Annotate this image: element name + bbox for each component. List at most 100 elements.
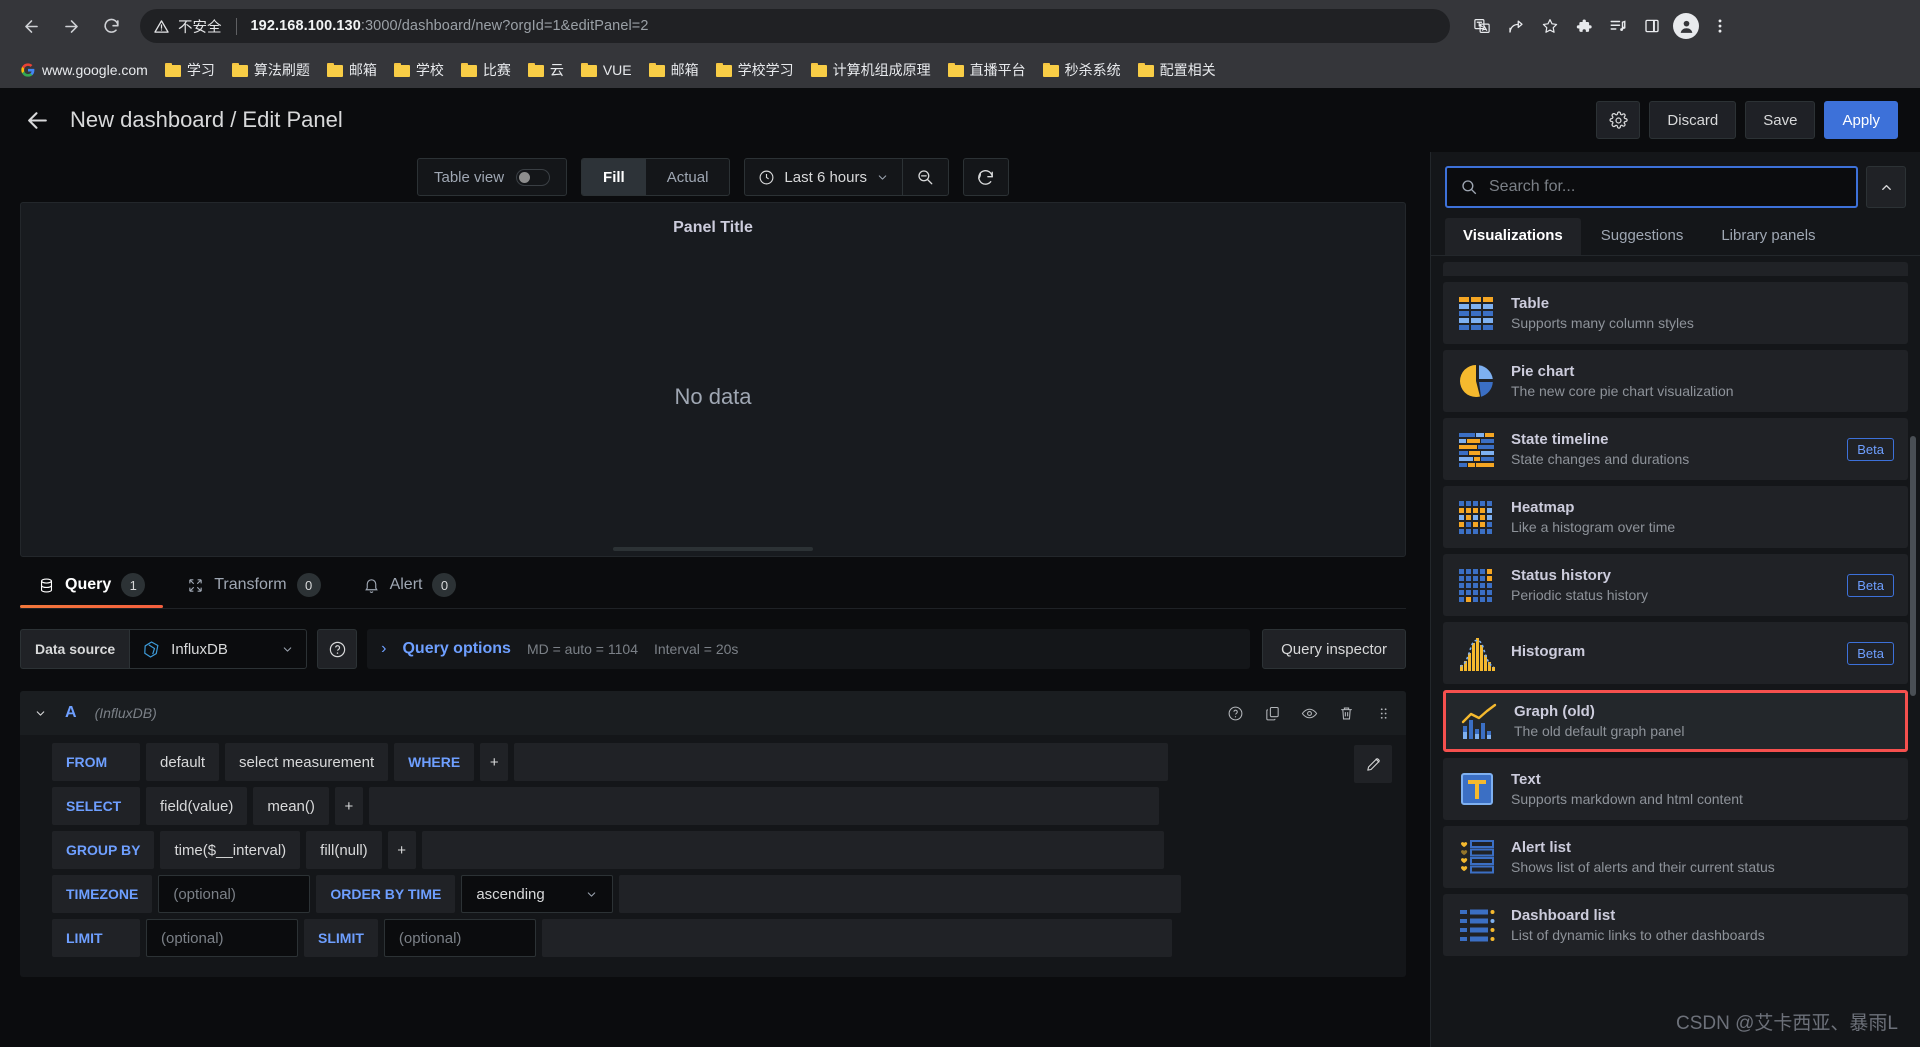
- viz-option-desc: The old default graph panel: [1514, 723, 1685, 739]
- refresh-icon: [978, 169, 994, 185]
- refresh-dashboard-button[interactable]: [962, 158, 1009, 196]
- viz-option-status-history[interactable]: Status history Periodic status history B…: [1443, 554, 1908, 616]
- duplicate-icon[interactable]: [1264, 705, 1281, 722]
- bookmark-item[interactable]: 邮箱: [641, 56, 707, 84]
- translate-icon[interactable]: [1466, 10, 1498, 42]
- select-aggregation-segment[interactable]: mean(): [253, 787, 329, 825]
- edit-panel-topbar: New dashboard / Edit Panel Discard Save …: [0, 88, 1920, 152]
- bookmark-item[interactable]: 比赛: [453, 56, 519, 84]
- address-bar[interactable]: 不安全 192.168.100.130:3000/dashboard/new?o…: [140, 9, 1450, 43]
- panel-settings-gear-button[interactable]: [1596, 101, 1641, 139]
- viz-option-histogram[interactable]: Histogram Beta: [1443, 622, 1908, 684]
- side-panel-icon[interactable]: [1636, 10, 1668, 42]
- table-view-label: Table view: [434, 168, 505, 186]
- bookmark-item[interactable]: 云: [520, 56, 572, 84]
- viz-option-state-timeline[interactable]: State timeline State changes and duratio…: [1443, 418, 1908, 480]
- tab-library-panels[interactable]: Library panels: [1703, 218, 1833, 255]
- bookmark-item[interactable]: 直播平台: [940, 56, 1034, 84]
- media-list-icon[interactable]: [1602, 10, 1634, 42]
- save-button[interactable]: Save: [1745, 101, 1816, 139]
- viz-option-texts: Alert list Shows list of alerts and thei…: [1511, 839, 1775, 875]
- back-button[interactable]: [14, 9, 48, 43]
- url-host: 192.168.100.130: [250, 18, 361, 34]
- query-inspector-button[interactable]: Query inspector: [1262, 629, 1406, 669]
- bookmark-item[interactable]: 学校学习: [708, 56, 802, 84]
- viz-option-desc: Like a histogram over time: [1511, 519, 1676, 535]
- extensions-puzzle-icon[interactable]: [1568, 10, 1600, 42]
- tab-alert[interactable]: Alert 0: [345, 562, 475, 608]
- bookmark-label: 邮箱: [348, 62, 377, 78]
- table-view-toggle[interactable]: Table view: [417, 158, 568, 196]
- query-options-bar[interactable]: › Query options MD = auto = 1104 Interva…: [367, 629, 1251, 669]
- group-by-fill-segment[interactable]: fill(null): [306, 831, 382, 869]
- discard-button[interactable]: Discard: [1649, 101, 1737, 139]
- toggle-text-edit-mode-button[interactable]: [1354, 745, 1392, 783]
- panel-resize-handle[interactable]: [613, 547, 813, 551]
- select-add-button[interactable]: +: [334, 787, 363, 825]
- viz-list-partial-row-top[interactable]: [1443, 262, 1908, 276]
- group-by-add-button[interactable]: +: [387, 831, 416, 869]
- apply-button[interactable]: Apply: [1824, 101, 1898, 139]
- profile-avatar[interactable]: [1670, 10, 1702, 42]
- tab-transform[interactable]: Transform 0: [169, 562, 338, 608]
- viz-list-scrollbar-track[interactable]: [1910, 266, 1918, 1041]
- bookmark-item[interactable]: 计算机组成原理: [803, 56, 939, 84]
- select-field-segment[interactable]: field(value): [146, 787, 248, 825]
- drag-handle-icon[interactable]: [1375, 705, 1392, 722]
- actual-option[interactable]: Actual: [646, 159, 730, 195]
- chevron-down-icon[interactable]: [34, 707, 47, 720]
- fill-option[interactable]: Fill: [582, 159, 646, 195]
- viz-option-text[interactable]: Text Supports markdown and html content: [1443, 758, 1908, 820]
- where-keyword: WHERE: [394, 743, 475, 781]
- bookmark-item[interactable]: 邮箱: [319, 56, 385, 84]
- tab-visualizations[interactable]: Visualizations: [1445, 218, 1581, 255]
- zoom-out-time-button[interactable]: [901, 159, 948, 195]
- folder-icon: [580, 63, 597, 77]
- from-policy-segment[interactable]: default: [146, 743, 220, 781]
- datasource-help-button[interactable]: [317, 629, 358, 669]
- zoom-out-icon: [918, 170, 933, 185]
- bookmark-item[interactable]: 配置相关: [1130, 56, 1224, 84]
- viz-option-texts: Text Supports markdown and html content: [1511, 771, 1743, 807]
- share-icon[interactable]: [1500, 10, 1532, 42]
- viz-option-alert-list[interactable]: Alert list Shows list of alerts and thei…: [1443, 826, 1908, 888]
- time-range-picker[interactable]: Last 6 hours: [745, 159, 902, 195]
- datasource-picker[interactable]: InfluxDB: [129, 629, 308, 669]
- bookmark-item[interactable]: 算法刷题: [224, 56, 318, 84]
- query-ref-id[interactable]: A: [65, 704, 77, 722]
- bookmark-item[interactable]: VUE: [573, 58, 640, 82]
- bookmark-item[interactable]: www.google.com: [12, 58, 156, 82]
- viz-option-dashboard-list[interactable]: Dashboard list List of dynamic links to …: [1443, 894, 1908, 956]
- bookmark-item[interactable]: 学校: [386, 56, 452, 84]
- timezone-input[interactable]: (optional): [158, 875, 311, 913]
- back-to-dashboard-button[interactable]: [22, 105, 52, 135]
- bookmark-item[interactable]: 秒杀系统: [1035, 56, 1129, 84]
- search-input[interactable]: [1489, 178, 1843, 196]
- viz-option-heatmap[interactable]: Heatmap Like a histogram over time: [1443, 486, 1908, 548]
- visualization-list[interactable]: Table Supports many column styles Pie ch…: [1431, 256, 1920, 1047]
- group-by-time-segment[interactable]: time($__interval): [160, 831, 301, 869]
- viz-option-pie-chart[interactable]: Pie chart The new core pie chart visuali…: [1443, 350, 1908, 412]
- help-circle-icon[interactable]: [1227, 705, 1244, 722]
- table-view-switch[interactable]: [516, 168, 551, 186]
- viz-list-scrollbar-thumb[interactable]: [1910, 436, 1916, 696]
- from-measurement-segment[interactable]: select measurement: [225, 743, 389, 781]
- limit-input[interactable]: (optional): [146, 919, 298, 957]
- tab-query[interactable]: Query 1: [20, 562, 164, 608]
- bookmark-star-icon[interactable]: [1534, 10, 1566, 42]
- order-by-time-select[interactable]: ascending: [461, 875, 614, 913]
- viz-option-graph-old[interactable]: Graph (old) The old default graph panel: [1443, 690, 1908, 752]
- eye-icon[interactable]: [1301, 705, 1318, 722]
- collapse-options-pane-button[interactable]: [1866, 166, 1906, 208]
- browser-menu-icon[interactable]: [1704, 10, 1736, 42]
- trash-icon[interactable]: [1338, 705, 1355, 722]
- reload-button[interactable]: [94, 9, 128, 43]
- tab-suggestions[interactable]: Suggestions: [1583, 218, 1702, 255]
- viz-option-table[interactable]: Table Supports many column styles: [1443, 282, 1908, 344]
- where-add-button[interactable]: +: [480, 743, 509, 781]
- bookmark-item[interactable]: 学习: [157, 56, 223, 84]
- viz-search-box[interactable]: [1445, 166, 1858, 208]
- slimit-input[interactable]: (optional): [383, 919, 536, 957]
- panel-fit-segmented[interactable]: Fill Actual: [581, 158, 731, 196]
- forward-button[interactable]: [54, 9, 88, 43]
